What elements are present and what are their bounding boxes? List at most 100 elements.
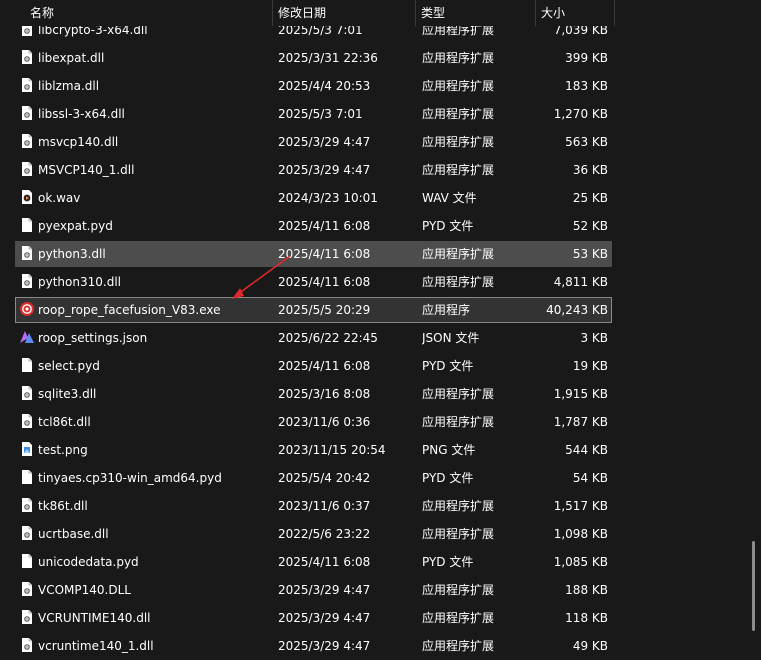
file-type: 应用程序扩展 [422,51,495,65]
file-row[interactable]: python3.dll 2025/4/11 6:08 应用程序扩展 53 KB [15,241,612,267]
file-row[interactable]: select.pyd 2025/4/11 6:08 PYD 文件 19 KB [15,353,612,379]
dll-file-icon [19,409,35,435]
dll-file-icon [19,381,35,407]
dll-file-icon [19,241,35,267]
file-row[interactable]: libexpat.dll 2025/3/31 22:36 应用程序扩展 399 KB [15,45,612,71]
file-modified-date: 2025/3/29 4:47 [278,639,371,653]
file-row[interactable]: ucrtbase.dll 2022/5/6 23:22 应用程序扩展 1,098 KB [15,521,612,547]
file-size: 1,270 KB [553,107,608,121]
file-type: PYD 文件 [422,555,474,569]
file-type: PYD 文件 [422,359,474,373]
file-row[interactable]: test.png 2023/11/15 20:54 PNG 文件 544 KB [15,437,612,463]
file-row[interactable]: roop_settings.json 2025/6/22 22:45 JSON 文件… [15,325,612,351]
file-row[interactable]: liblzma.dll 2025/4/4 20:53 应用程序扩展 183 KB [15,73,612,99]
dll-file-icon [19,129,35,155]
app-exe-icon [19,297,35,323]
file-name: test.png [38,443,88,457]
file-modified-date: 2025/4/11 6:08 [278,275,371,289]
dll-file-icon [19,493,35,519]
column-header-bar: ^ 名称 修改日期 类型 大小 [0,0,761,26]
dll-file-icon [19,157,35,183]
file-name: liblzma.dll [38,79,100,93]
file-modified-date: 2022/5/6 23:22 [278,527,371,541]
file-row[interactable]: vcruntime140_1.dll 2025/3/29 4:47 应用程序扩展 49… [15,633,612,659]
column-header-type[interactable]: 类型 [413,0,535,26]
file-size: 1,787 KB [553,415,608,429]
file-modified-date: 2025/3/29 4:47 [278,583,371,597]
file-size: 118 KB [565,611,608,625]
file-name: libssl-3-x64.dll [38,107,125,121]
file-size: 3 KB [580,331,608,345]
file-explorer-list: ^ 名称 修改日期 类型 大小 libcrypto-3-x64.dll 2025/… [0,0,761,660]
file-size: 188 KB [565,583,608,597]
file-type: JSON 文件 [422,331,480,345]
file-type: 应用程序扩展 [422,639,495,653]
json-file-icon [19,325,35,351]
file-modified-date: 2025/4/11 6:08 [278,555,371,569]
file-row[interactable]: tcl86t.dll 2023/11/6 0:36 应用程序扩展 1,787 KB [15,409,612,435]
file-modified-date: 2025/3/29 4:47 [278,163,371,177]
file-type: PNG 文件 [422,443,476,457]
file-row[interactable]: pyexpat.pyd 2025/4/11 6:08 PYD 文件 52 KB [15,213,612,239]
audio-file-icon [19,185,35,211]
image-file-icon [19,437,35,463]
file-row[interactable]: tinyaes.cp310-win_amd64.pyd 2025/5/4 20:4… [15,465,612,491]
blank-file-icon [19,213,35,239]
file-size: 53 KB [572,247,608,261]
file-name: VCRUNTIME140.dll [38,611,151,625]
file-name: tk86t.dll [38,499,88,513]
file-modified-date: 2025/5/5 20:29 [278,303,371,317]
file-type: 应用程序扩展 [422,163,495,177]
file-type: 应用程序扩展 [422,387,495,401]
file-modified-date: 2025/5/4 20:42 [278,471,371,485]
dll-file-icon [19,577,35,603]
file-modified-date: 2025/4/11 6:08 [278,247,371,261]
file-size: 183 KB [565,79,608,93]
file-row[interactable]: roop_rope_facefusion_V83.exe 2025/5/5 20:… [15,297,612,323]
file-name: VCOMP140.DLL [38,583,131,597]
file-row[interactable]: ok.wav 2024/3/23 10:01 WAV 文件 25 KB [15,185,612,211]
file-size: 1,915 KB [553,387,608,401]
file-size: 49 KB [572,639,608,653]
file-name: vcruntime140_1.dll [38,639,154,653]
file-size: 40,243 KB [546,303,608,317]
file-type: WAV 文件 [422,191,477,205]
file-row[interactable]: VCRUNTIME140.dll 2025/3/29 4:47 应用程序扩展 118 … [15,605,612,631]
file-size: 54 KB [572,471,608,485]
file-size: 563 KB [565,135,608,149]
file-modified-date: 2025/3/29 4:47 [278,611,371,625]
file-modified-date: 2025/4/11 6:08 [278,219,371,233]
file-size: 399 KB [565,51,608,65]
column-divider[interactable] [614,0,615,26]
file-type: 应用程序扩展 [422,247,495,261]
file-type: 应用程序扩展 [422,107,495,121]
dll-file-icon [19,521,35,547]
file-row[interactable]: msvcp140.dll 2025/3/29 4:47 应用程序扩展 563 KB [15,129,612,155]
blank-file-icon [19,353,35,379]
file-type: 应用程序扩展 [422,135,495,149]
file-row[interactable]: python310.dll 2025/4/11 6:08 应用程序扩展 4,811 K… [15,269,612,295]
file-size: 1,098 KB [553,527,608,541]
file-modified-date: 2025/3/16 8:08 [278,387,371,401]
file-modified-date: 2023/11/6 0:37 [278,499,371,513]
column-header-size[interactable]: 大小 [533,0,613,26]
file-type: 应用程序扩展 [422,79,495,93]
file-row[interactable]: libssl-3-x64.dll 2025/5/3 7:01 应用程序扩展 1,270… [15,101,612,127]
dll-file-icon [19,73,35,99]
file-row[interactable]: MSVCP140_1.dll 2025/3/29 4:47 应用程序扩展 36 KB [15,157,612,183]
file-modified-date: 2025/4/11 6:08 [278,359,371,373]
file-size: 1,517 KB [553,499,608,513]
file-name: roop_rope_facefusion_V83.exe [38,303,221,317]
file-row[interactable]: VCOMP140.DLL 2025/3/29 4:47 应用程序扩展 188 KB [15,577,612,603]
file-modified-date: 2025/4/4 20:53 [278,79,371,93]
column-header-date[interactable]: 修改日期 [270,0,415,26]
file-type: 应用程序扩展 [422,527,495,541]
file-row[interactable]: unicodedata.pyd 2025/4/11 6:08 PYD 文件 1,085… [15,549,612,575]
file-type: PYD 文件 [422,471,474,485]
file-row[interactable]: sqlite3.dll 2025/3/16 8:08 应用程序扩展 1,915 KB [15,381,612,407]
file-type: 应用程序扩展 [422,415,495,429]
column-header-name[interactable]: 名称 [22,0,272,26]
file-name: unicodedata.pyd [38,555,139,569]
vertical-scrollbar-thumb[interactable] [752,541,755,631]
file-row[interactable]: tk86t.dll 2023/11/6 0:37 应用程序扩展 1,517 KB [15,493,612,519]
